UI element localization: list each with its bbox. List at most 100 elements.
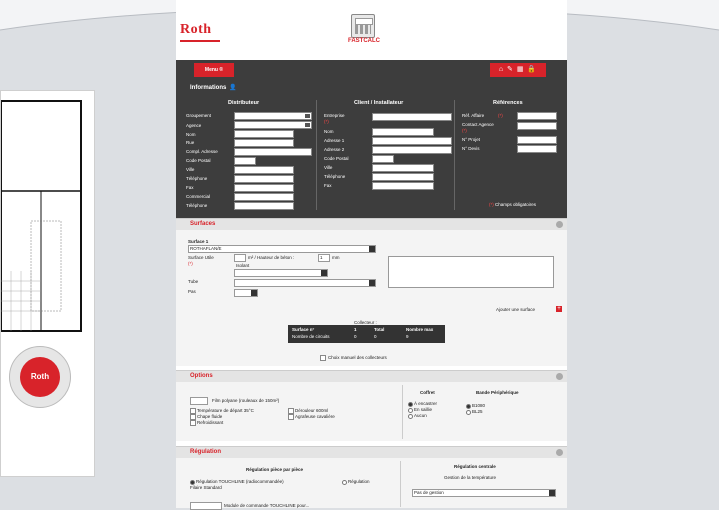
label-client-code-postal: Code Postal — [324, 156, 349, 161]
surface-type-select[interactable]: ROTHAFLAN/E — [188, 245, 376, 253]
derouleur-label: Dérouleur 600ml — [295, 408, 329, 413]
groupement-select[interactable] — [234, 112, 312, 120]
agrafeuse-label: Agrafeuse cavalière — [295, 414, 335, 419]
isolant-select[interactable] — [234, 269, 328, 277]
surfaces-header[interactable]: Surfaces — [176, 219, 567, 230]
client-code-postal-field[interactable] — [372, 155, 394, 163]
radio-regulation[interactable] — [342, 480, 347, 485]
film-quantity-input[interactable] — [190, 397, 208, 405]
collapse-icon[interactable] — [556, 373, 563, 380]
menu-button[interactable]: Menu ® — [194, 63, 234, 77]
contact-agence-field[interactable] — [517, 122, 557, 130]
regulation-section: Régulation Régulation pièce par pièce Ré… — [176, 446, 567, 510]
collapse-icon[interactable] — [556, 221, 563, 228]
no-devis-field[interactable] — [517, 145, 557, 153]
aucun-label: Aucun — [414, 413, 427, 418]
options-header[interactable]: Options — [176, 371, 567, 382]
ville-field[interactable] — [234, 166, 294, 174]
compl-adresse-field[interactable] — [234, 148, 312, 156]
radio-b1080[interactable] — [466, 404, 471, 409]
module-quantity-input[interactable] — [190, 502, 222, 510]
label-agence: Agence — [186, 123, 202, 128]
surface-unit-label: m² / Hauteur de béton : — [248, 255, 295, 260]
roth-badge-logo: Roth — [9, 346, 71, 408]
piece-heading: Régulation pièce par pièce — [246, 467, 304, 472]
collapse-icon[interactable] — [556, 449, 563, 456]
hauteur-beton-input[interactable]: 1 — [318, 254, 330, 262]
label-code-postal: Code Postal — [186, 158, 211, 163]
film-label: Film polyane (rouleaux de 150m²) — [212, 398, 280, 403]
fastcalc-form-panel: Roth FASTCALC Menu ® ⌂ ✎ ▦ 🔒 Information… — [176, 0, 567, 510]
floor-plan-preview: Roth — [0, 90, 95, 477]
ref-affaire-field[interactable] — [517, 112, 557, 120]
checkbox-agrafeuse[interactable] — [288, 414, 294, 420]
radio-saillie[interactable] — [408, 408, 413, 413]
required-marker: (*) — [462, 128, 467, 133]
roth-logo: Roth — [180, 22, 212, 37]
radio-encastrer[interactable] — [408, 402, 413, 407]
label-client-telephone: Téléphone — [324, 174, 346, 179]
collecteur-table: Surface n° 1 Total Nombre max Nombre de … — [288, 325, 445, 343]
gestion-select[interactable]: Pas de gestion — [412, 489, 556, 497]
informations-title: Informations 👤 — [190, 85, 237, 91]
surface-label: Surface 1 — [188, 239, 209, 244]
label-adresse-1: Adresse 1 — [324, 138, 345, 143]
saillie-label: En saillie — [414, 407, 433, 412]
label-telephone-commercial: Téléphone — [186, 203, 208, 208]
code-postal-field[interactable] — [234, 157, 256, 165]
client-fax-field[interactable] — [372, 182, 434, 190]
client-ville-field[interactable] — [372, 164, 434, 172]
touchline-label: Régulation TOUCHLINE (radiocommandée) — [196, 479, 284, 484]
no-projet-field[interactable] — [517, 136, 557, 144]
radio-bl25[interactable] — [466, 410, 471, 415]
refroidissant-label: Refroidissant — [197, 420, 224, 425]
choix-manuel-checkbox[interactable] — [320, 355, 326, 361]
surface-notes-textarea[interactable] — [388, 256, 554, 288]
surface-utile-label: Surface Utile — [188, 255, 214, 260]
isolant-label: Isolant — [236, 263, 250, 268]
pas-label: Pas — [188, 289, 196, 294]
temperature-label: Température de départ 35°C — [197, 408, 254, 413]
coffret-heading: Coffret — [420, 390, 435, 395]
b1080-label: B1080 — [472, 403, 486, 408]
agence-select[interactable] — [234, 121, 312, 129]
column-divider — [454, 100, 455, 210]
users-icon: 👤 — [229, 85, 237, 91]
label-compl-adresse: Compl. Adresse — [186, 149, 218, 154]
add-surface-icon[interactable]: + — [556, 306, 562, 312]
regulation-header[interactable]: Régulation — [176, 447, 567, 458]
rue-field[interactable] — [234, 139, 294, 147]
telephone-field[interactable] — [234, 175, 294, 183]
choix-manuel-label: Choix manuel des collecteurs — [328, 355, 387, 360]
toolbar-icons[interactable]: ⌂ ✎ ▦ 🔒 — [490, 63, 546, 77]
filaire-standard-label: Filaire Standard — [190, 485, 222, 490]
label-no-devis: N° Devis — [462, 146, 480, 151]
adresse-2-field[interactable] — [372, 146, 452, 154]
bande-heading: Bande Périphérique — [476, 390, 519, 395]
adresse-1-field[interactable] — [372, 137, 452, 145]
entreprise-field[interactable] — [372, 113, 452, 121]
client-telephone-field[interactable] — [372, 173, 434, 181]
radio-aucun[interactable] — [408, 414, 413, 419]
surfaces-section: Surfaces Surface 1 ROTHAFLAN/E Surface U… — [176, 218, 567, 366]
tube-select[interactable] — [234, 279, 376, 287]
label-contact-agence: Contact Agence — [462, 122, 494, 127]
pas-select[interactable] — [234, 289, 258, 297]
ajouter-surface-link[interactable]: Ajouter une surface — [496, 307, 535, 312]
checkbox-refroidissant[interactable] — [190, 420, 196, 426]
required-marker: (*) — [498, 113, 503, 118]
distributeur-heading: Distributeur — [228, 100, 260, 106]
client-nom-field[interactable] — [372, 128, 434, 136]
required-marker: (*) — [324, 119, 329, 124]
bl25-label: BL25 — [472, 409, 483, 414]
regulation-divider — [400, 461, 401, 507]
surface-utile-input[interactable] — [234, 254, 246, 262]
fax-field[interactable] — [234, 184, 294, 192]
commercial-field[interactable] — [234, 193, 294, 201]
telephone-commercial-field[interactable] — [234, 202, 294, 210]
nom-field[interactable] — [234, 130, 294, 138]
encastrer-label: À encastrer — [414, 401, 438, 406]
label-entreprise: Entreprise — [324, 113, 345, 118]
regulation-title: Régulation — [190, 449, 221, 455]
label-adresse-2: Adresse 2 — [324, 147, 345, 152]
